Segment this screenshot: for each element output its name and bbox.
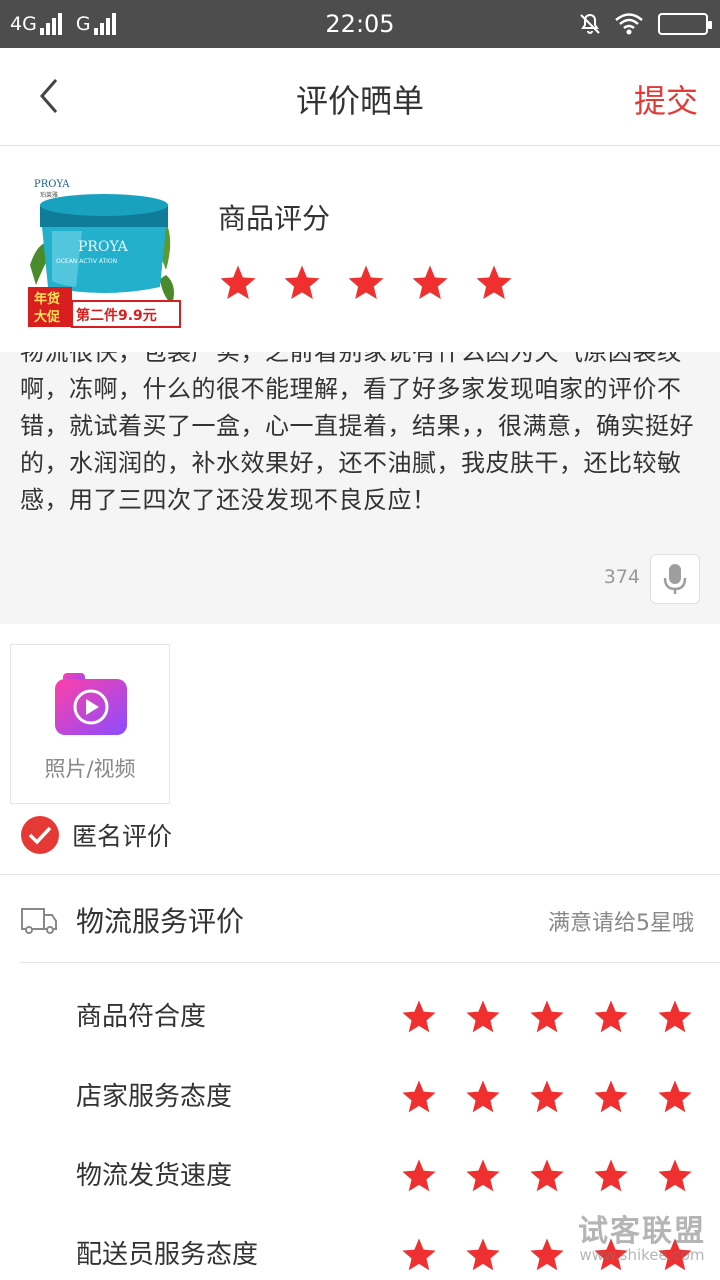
submit-button[interactable]: 提交: [634, 76, 698, 122]
star-icon[interactable]: [528, 1078, 566, 1116]
product-rating-label: 商品评分: [218, 202, 331, 235]
badge-text-promo: 第二件9.9元: [76, 307, 157, 324]
product-rating-stars: [218, 263, 538, 303]
review-text[interactable]: 物流很快，包装严实，之前看别家说有什么因为天气原因裂纹啊，冻啊，什么的很不能理解…: [20, 352, 700, 519]
badge-text-2: 大促: [34, 309, 61, 325]
voice-input-button[interactable]: [650, 554, 700, 604]
star-icon[interactable]: [474, 263, 514, 303]
star-icon[interactable]: [592, 998, 630, 1036]
badge-text-1: 年货: [34, 291, 60, 307]
jar-line-text: OCEAN ACTIV ATION: [56, 258, 117, 265]
star-icon[interactable]: [218, 263, 258, 303]
rating-row-label: 物流发货速度: [76, 1161, 233, 1191]
logistics-title: 物流服务评价: [76, 905, 245, 938]
rating-row-stars: [400, 1157, 720, 1195]
watermark-main: 试客联盟: [578, 1214, 706, 1249]
star-icon[interactable]: [464, 1157, 502, 1195]
rating-row-product-match: 商品符合度: [0, 978, 720, 1058]
bell-muted-icon: [580, 13, 600, 34]
rating-row-label: 店家服务态度: [76, 1082, 233, 1112]
star-icon[interactable]: [656, 998, 694, 1036]
logistics-header: 物流服务评价 满意请给5星哦: [0, 875, 720, 963]
product-rating-section: PROYA 珀莱雅 PROYA OCEAN ACTIV ATION 年货 大促 …: [0, 147, 720, 352]
star-icon[interactable]: [464, 1236, 502, 1274]
divider: [20, 962, 720, 963]
star-icon[interactable]: [282, 263, 322, 303]
star-icon[interactable]: [528, 1236, 566, 1274]
star-icon[interactable]: [464, 998, 502, 1036]
truck-icon: [21, 908, 57, 934]
nav-bar: 评价晒单 提交: [0, 48, 720, 146]
checkmark-circle-icon[interactable]: [20, 815, 60, 855]
status-bar: 4G G 22:05: [0, 0, 720, 48]
rating-row-shipping-speed: 物流发货速度: [0, 1137, 720, 1217]
product-brand-text: PROYA: [34, 179, 70, 190]
star-icon[interactable]: [464, 1078, 502, 1116]
star-icon[interactable]: [592, 1157, 630, 1195]
star-icon[interactable]: [410, 263, 450, 303]
page-title: 评价晒单: [295, 82, 424, 120]
star-icon[interactable]: [400, 1078, 438, 1116]
upload-label: 照片/视频: [44, 757, 136, 781]
watermark-sub: www.shikee.com: [579, 1246, 705, 1264]
star-icon[interactable]: [400, 1157, 438, 1195]
rating-row-stars: [400, 998, 720, 1036]
battery-icon: [658, 13, 712, 35]
status-icons: [578, 10, 712, 38]
review-textarea[interactable]: 物流很快，包装严实，之前看别家说有什么因为天气原因裂纹啊，冻啊，什么的很不能理解…: [0, 352, 720, 624]
star-icon[interactable]: [528, 1157, 566, 1195]
star-icon[interactable]: [528, 998, 566, 1036]
microphone-icon: [663, 564, 687, 594]
rating-row-label: 配送员服务态度: [76, 1240, 259, 1270]
watermark: 试客联盟 www.shikee.com: [578, 1206, 706, 1264]
star-icon[interactable]: [400, 998, 438, 1036]
logistics-hint: 满意请给5星哦: [548, 911, 694, 936]
star-icon[interactable]: [400, 1236, 438, 1274]
anonymous-toggle[interactable]: 匿名评价: [20, 814, 172, 856]
star-icon[interactable]: [346, 263, 386, 303]
star-icon[interactable]: [592, 1078, 630, 1116]
upload-photo-video-button[interactable]: 照片/视频: [10, 644, 170, 804]
char-count: 374: [603, 566, 640, 588]
star-icon[interactable]: [656, 1078, 694, 1116]
rating-row-label: 商品符合度: [76, 1002, 207, 1032]
camera-video-icon: [55, 673, 127, 735]
product-image: PROYA 珀莱雅 PROYA OCEAN ACTIV ATION 年货 大促 …: [26, 175, 182, 331]
rating-row-shop-service: 店家服务态度: [0, 1058, 720, 1138]
product-brand-cn-text: 珀莱雅: [40, 191, 58, 199]
rating-row-stars: [400, 1078, 720, 1116]
wifi-icon: [615, 13, 643, 35]
jar-brand-text: PROYA: [78, 239, 129, 255]
star-icon[interactable]: [656, 1157, 694, 1195]
anonymous-label: 匿名评价: [72, 822, 173, 851]
